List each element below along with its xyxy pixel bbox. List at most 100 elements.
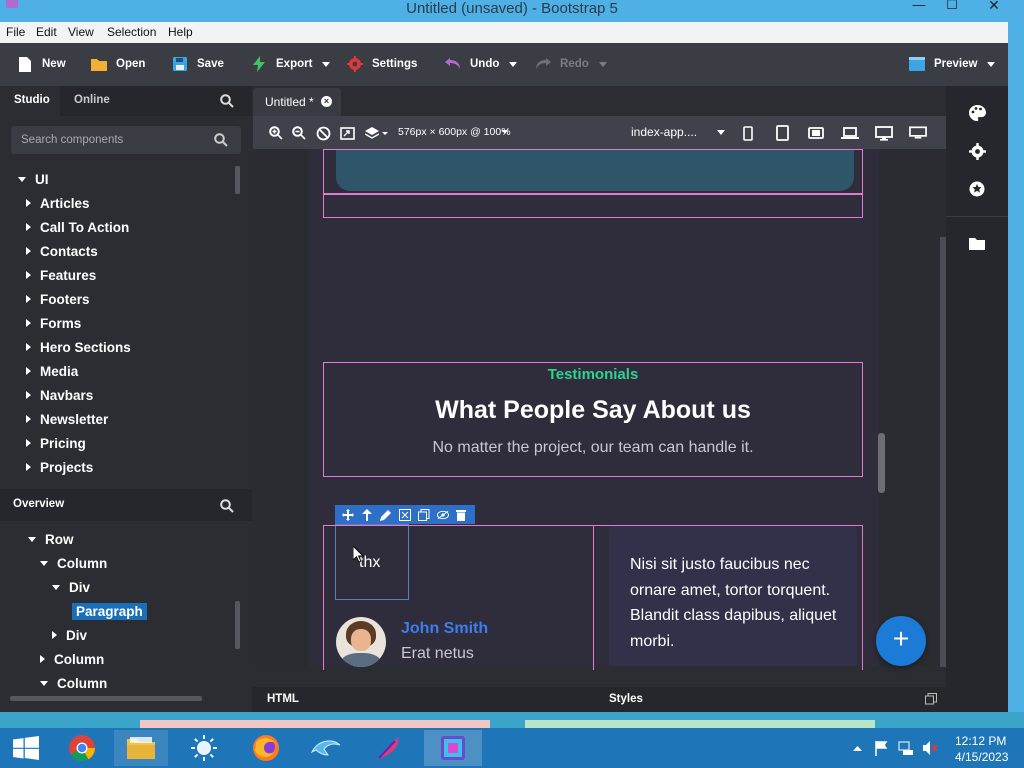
tab-online[interactable]: Online <box>74 94 110 106</box>
testimonial-quote[interactable]: Nisi sit justo faucibus nec ornare amet,… <box>630 552 840 654</box>
right-sidebar <box>946 86 1008 712</box>
undo-button[interactable]: Undo <box>444 53 518 75</box>
folder-icon[interactable] <box>968 234 986 252</box>
menu-help[interactable]: Help <box>168 25 193 39</box>
testimonials-eyebrow[interactable]: Testimonials <box>323 366 863 383</box>
resize-box-icon[interactable] <box>398 508 411 521</box>
dolphin-app-icon[interactable] <box>300 730 352 766</box>
move-icon[interactable] <box>342 508 355 521</box>
zoom-in-icon[interactable] <box>267 124 285 142</box>
tree-item-footers[interactable]: Footers <box>26 288 90 310</box>
preview-button[interactable]: Preview <box>908 53 996 75</box>
palette-icon[interactable] <box>968 104 986 122</box>
testimonials-subheading[interactable]: No matter the project, our team can hand… <box>323 439 863 457</box>
testimonial-author-name[interactable]: John Smith <box>401 620 488 638</box>
search-input[interactable] <box>11 126 211 154</box>
star-icon[interactable] <box>968 180 986 198</box>
tab-html[interactable]: HTML <box>267 693 299 705</box>
resize-icon[interactable] <box>338 124 356 142</box>
clock-date[interactable]: 4/15/2023 <box>955 750 1008 764</box>
overview-node-column[interactable]: Column <box>40 552 107 574</box>
hide-eye-icon[interactable] <box>436 509 449 521</box>
close-tab-icon[interactable]: × <box>321 96 332 107</box>
tab-styles[interactable]: Styles <box>609 693 643 705</box>
new-button[interactable]: New <box>16 53 66 75</box>
export-button[interactable]: Export <box>250 53 331 75</box>
tree-item-call-to-action[interactable]: Call To Action <box>26 216 129 238</box>
maximize-button[interactable]: ☐ <box>938 0 966 16</box>
device-wide-icon[interactable] <box>909 124 927 142</box>
file-explorer-icon[interactable] <box>114 730 168 766</box>
page-scrollbar-thumb[interactable] <box>878 433 885 493</box>
bootstrap-studio-icon[interactable] <box>424 730 482 766</box>
tree-item-hero-sections[interactable]: Hero Sections <box>26 336 131 358</box>
edit-pencil-icon[interactable] <box>380 509 392 521</box>
tree-item-newsletter[interactable]: Newsletter <box>26 408 108 430</box>
device-laptop-icon[interactable] <box>841 124 859 142</box>
network-icon[interactable] <box>898 740 914 759</box>
start-button[interactable] <box>0 730 52 766</box>
overview-hscrollbar[interactable] <box>10 696 202 701</box>
zoom-out-icon[interactable] <box>290 124 308 142</box>
menu-file[interactable]: File <box>6 25 25 39</box>
search-icon[interactable] <box>220 499 234 516</box>
search-icon[interactable] <box>214 133 228 150</box>
device-tablet-landscape-icon[interactable] <box>807 124 825 142</box>
tree-item-contacts[interactable]: Contacts <box>26 240 98 262</box>
page-select[interactable]: index-app.... <box>631 125 697 139</box>
tree-item-projects[interactable]: Projects <box>26 456 93 478</box>
weather-sun-icon[interactable] <box>178 730 230 766</box>
delete-trash-icon[interactable] <box>455 509 467 521</box>
overview-node-column[interactable]: Column <box>40 648 104 670</box>
device-desktop-icon[interactable] <box>875 124 893 142</box>
chrome-icon[interactable] <box>56 730 108 766</box>
tab-studio[interactable]: Studio <box>14 94 50 106</box>
tray-chevron-up-icon[interactable] <box>853 742 862 754</box>
device-tablet-icon[interactable] <box>773 124 791 142</box>
overview-node-paragraph[interactable]: Paragraph <box>72 600 147 622</box>
clock-time[interactable]: 12:12 PM <box>955 734 1006 748</box>
caret-right-icon <box>26 247 31 255</box>
menu-selection[interactable]: Selection <box>107 25 156 39</box>
select-parent-icon[interactable] <box>361 508 373 521</box>
overview-node-div[interactable]: Div <box>52 624 87 646</box>
tree-root-ui[interactable]: UI <box>18 168 49 190</box>
action-center-flag-icon[interactable] <box>874 740 890 759</box>
overview-node-row[interactable]: Row <box>28 528 74 550</box>
feather-app-icon[interactable] <box>362 730 414 766</box>
search-icon[interactable] <box>220 94 234 111</box>
duplicate-icon[interactable] <box>417 508 430 521</box>
menu-view[interactable]: View <box>68 25 94 39</box>
close-button[interactable]: ✕ <box>980 0 1008 16</box>
window-title: Untitled (unsaved) - Bootstrap 5 <box>406 0 618 17</box>
overview-scrollbar[interactable] <box>235 601 240 649</box>
overview-node-column[interactable]: Column <box>40 672 107 694</box>
caret-right-icon <box>26 415 31 423</box>
maximize-panel-icon[interactable] <box>925 693 937 708</box>
viewport-size[interactable]: 576px × 600px @ 100% <box>398 126 511 138</box>
minimize-button[interactable]: — <box>905 0 933 16</box>
tree-item-navbars[interactable]: Navbars <box>26 384 93 406</box>
tree-scrollbar[interactable] <box>235 166 240 194</box>
settings-gear-icon[interactable] <box>968 142 986 160</box>
tree-item-media[interactable]: Media <box>26 360 78 382</box>
tree-item-forms[interactable]: Forms <box>26 312 81 334</box>
disable-icon[interactable] <box>314 124 332 142</box>
firefox-icon[interactable] <box>240 730 292 766</box>
layers-icon[interactable] <box>364 124 390 142</box>
testimonials-heading[interactable]: What People Say About us <box>323 396 863 425</box>
tree-item-articles[interactable]: Articles <box>26 192 90 214</box>
open-button[interactable]: Open <box>90 53 145 75</box>
redo-button[interactable]: Redo <box>534 53 607 75</box>
tab-untitled[interactable]: Untitled * × <box>253 88 341 116</box>
overview-node-div[interactable]: Div <box>52 576 90 598</box>
add-component-button[interactable]: + <box>876 616 926 666</box>
testimonial-author-role[interactable]: Erat netus <box>401 645 474 663</box>
menu-edit[interactable]: Edit <box>36 25 57 39</box>
save-button[interactable]: Save <box>171 53 224 75</box>
tree-item-pricing[interactable]: Pricing <box>26 432 86 454</box>
settings-button[interactable]: Settings <box>346 53 417 75</box>
device-phone-icon[interactable] <box>739 124 757 142</box>
volume-muted-icon[interactable] <box>922 740 938 759</box>
tree-item-features[interactable]: Features <box>26 264 96 286</box>
